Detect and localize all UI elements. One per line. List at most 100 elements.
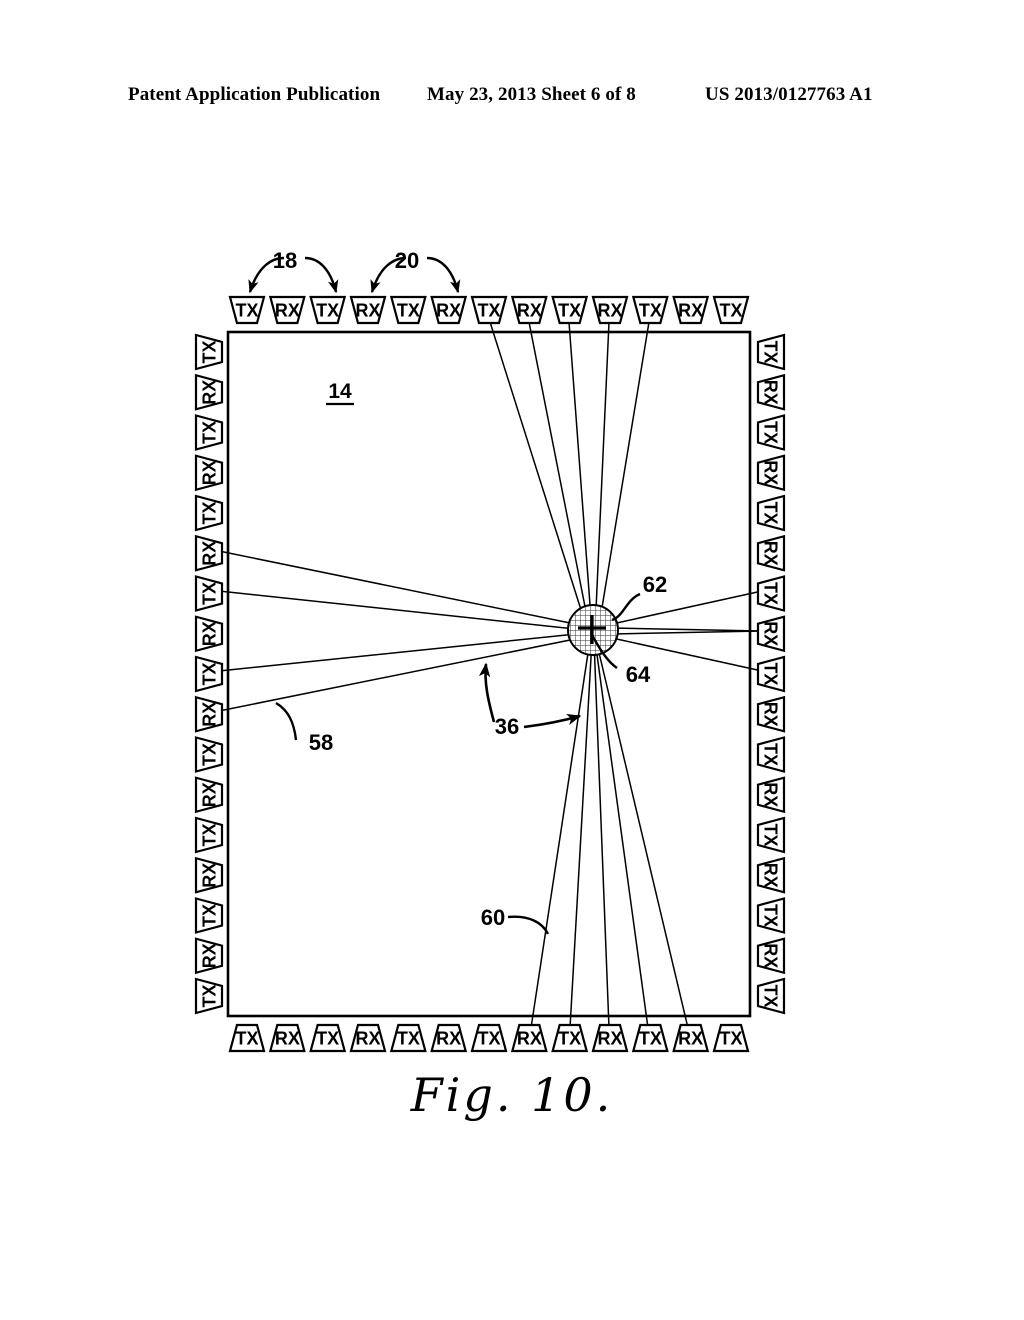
sensor-label: RX — [200, 943, 220, 968]
sensor-rx[interactable]: RX — [756, 534, 786, 572]
sensor-array-bottom: TX RX TX RX TX RX TX RX TX RX TX RX TX — [228, 1023, 750, 1053]
sensor-label: TX — [397, 1029, 420, 1049]
sensor-rx[interactable]: RX — [194, 454, 224, 492]
sensor-tx[interactable]: TX — [194, 575, 224, 612]
sensor-label: TX — [719, 301, 742, 321]
sensor-rx[interactable]: RX — [756, 373, 786, 411]
sensor-rx[interactable]: RX — [349, 1023, 387, 1053]
sensor-tx[interactable]: TX — [194, 977, 224, 1015]
sensor-tx[interactable]: TX — [309, 1023, 347, 1053]
sensor-label: TX — [761, 340, 781, 363]
sensor-tx[interactable]: TX — [228, 1023, 266, 1053]
sensor-tx[interactable]: TX — [756, 575, 786, 612]
sensor-label: TX — [761, 743, 781, 766]
sensor-label: TX — [477, 301, 500, 321]
sensor-label: TX — [200, 904, 220, 927]
sensor-label: TX — [558, 1029, 581, 1049]
sensor-tx[interactable]: TX — [309, 295, 347, 325]
sensor-label: TX — [761, 823, 781, 846]
sensor-rx[interactable]: RX — [756, 615, 786, 653]
sensor-label: RX — [355, 301, 380, 321]
sensor-tx[interactable]: TX — [228, 295, 266, 325]
sensor-label: TX — [200, 421, 220, 444]
sensor-tx[interactable]: TX — [194, 494, 224, 532]
sensor-rx[interactable]: RX — [756, 937, 786, 975]
sensor-tx[interactable]: TX — [756, 736, 786, 773]
sensor-rx[interactable]: RX — [756, 695, 786, 733]
sensor-label: RX — [200, 782, 220, 807]
sensor-tx[interactable]: TX — [194, 655, 224, 693]
sensor-tx[interactable]: TX — [756, 897, 786, 934]
sensor-tx[interactable]: TX — [756, 816, 786, 854]
sensor-rx[interactable]: RX — [194, 695, 224, 733]
sensor-tx[interactable]: TX — [551, 295, 589, 325]
sensor-rx[interactable]: RX — [756, 856, 786, 894]
sensor-label: TX — [235, 1029, 258, 1049]
sensor-label: RX — [200, 541, 220, 566]
sensor-label: RX — [761, 380, 781, 405]
sensor-label: TX — [200, 582, 220, 605]
sensor-tx[interactable]: TX — [712, 295, 750, 325]
sensor-label: RX — [761, 943, 781, 968]
sensor-tx[interactable]: TX — [551, 1023, 589, 1053]
sensor-label: TX — [235, 301, 258, 321]
sensor-rx[interactable]: RX — [194, 615, 224, 653]
sensor-label: TX — [719, 1029, 742, 1049]
sensor-tx[interactable]: TX — [194, 414, 224, 451]
sensor-label: RX — [517, 1029, 542, 1049]
sensor-tx[interactable]: TX — [756, 977, 786, 1015]
sensor-rx[interactable]: RX — [430, 295, 468, 325]
sensor-label: RX — [597, 1029, 622, 1049]
sensor-tx[interactable]: TX — [194, 333, 224, 371]
sensor-rx[interactable]: RX — [591, 1023, 629, 1053]
ref-num-58: 58 — [309, 730, 333, 755]
sensor-label: RX — [436, 301, 461, 321]
sensor-rx[interactable]: RX — [194, 373, 224, 411]
sensor-tx[interactable]: TX — [756, 655, 786, 693]
sensor-label: RX — [761, 782, 781, 807]
sensor-tx[interactable]: TX — [470, 295, 508, 325]
sensor-rx[interactable]: RX — [194, 856, 224, 894]
sensor-array-right: TX RX TX RX TX RX TX RX TX RX TX RX TX RX TX RX TX — [756, 333, 786, 1015]
sensor-label: TX — [200, 501, 220, 524]
sensor-tx[interactable]: TX — [631, 295, 669, 325]
sensor-rx[interactable]: RX — [194, 776, 224, 814]
sensor-rx[interactable]: RX — [672, 1023, 710, 1053]
sensor-label: RX — [275, 1029, 300, 1049]
sensor-rx[interactable]: RX — [672, 295, 710, 325]
panel-label-14: 14 — [328, 380, 352, 403]
sensor-rx[interactable]: RX — [510, 1023, 548, 1053]
sensor-tx[interactable]: TX — [470, 1023, 508, 1053]
ref-num-36: 36 — [495, 714, 519, 739]
sensor-tx[interactable]: TX — [194, 736, 224, 773]
sensor-rx[interactable]: RX — [268, 1023, 306, 1053]
sensor-label: TX — [200, 340, 220, 363]
sensor-label: RX — [761, 702, 781, 727]
sensor-rx[interactable]: RX — [268, 295, 306, 325]
sensor-label: TX — [200, 823, 220, 846]
sensor-tx[interactable]: TX — [756, 414, 786, 451]
sensor-tx[interactable]: TX — [756, 333, 786, 371]
ref-num-64: 64 — [626, 662, 651, 687]
sensor-tx[interactable]: TX — [389, 1023, 427, 1053]
sensor-rx[interactable]: RX — [194, 937, 224, 975]
sensor-rx[interactable]: RX — [756, 454, 786, 492]
sensor-tx[interactable]: TX — [194, 897, 224, 934]
sensor-tx[interactable]: TX — [756, 494, 786, 532]
sensor-label: TX — [477, 1029, 500, 1049]
sensor-rx[interactable]: RX — [349, 295, 387, 325]
sensor-rx[interactable]: RX — [756, 776, 786, 814]
sensor-label: TX — [200, 743, 220, 766]
ref-num-62: 62 — [643, 572, 667, 597]
sensor-rx[interactable]: RX — [194, 534, 224, 572]
sensor-label: TX — [558, 301, 581, 321]
sensor-label: RX — [436, 1029, 461, 1049]
sensor-rx[interactable]: RX — [591, 295, 629, 325]
sensor-tx[interactable]: TX — [194, 816, 224, 854]
sensor-tx[interactable]: TX — [389, 295, 427, 325]
sensor-tx[interactable]: TX — [712, 1023, 750, 1053]
sensor-tx[interactable]: TX — [631, 1023, 669, 1053]
sensor-rx[interactable]: RX — [430, 1023, 468, 1053]
sensor-label: TX — [761, 904, 781, 927]
sensor-rx[interactable]: RX — [510, 295, 548, 325]
